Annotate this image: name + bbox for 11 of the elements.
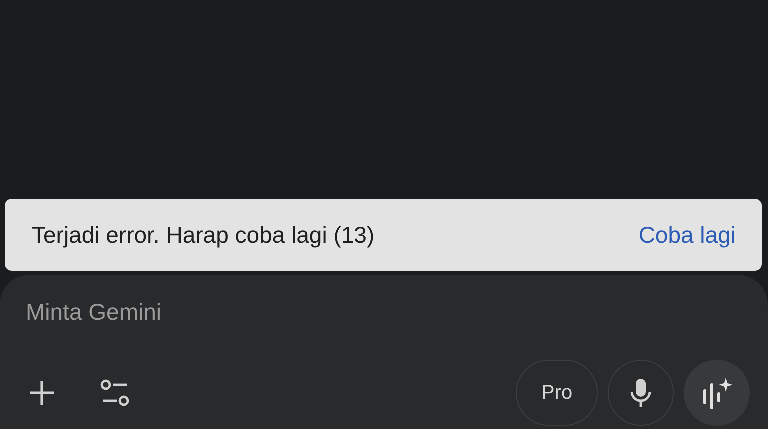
waveform-sparkle-icon <box>702 376 732 408</box>
tools-button[interactable] <box>100 378 130 406</box>
error-message: Terjadi error. Harap coba lagi (13) <box>32 220 375 250</box>
sliders-icon <box>100 378 130 406</box>
prompt-field[interactable]: Minta Gemini <box>26 295 750 330</box>
retry-link[interactable]: Coba lagi <box>638 218 736 252</box>
microphone-icon <box>630 378 652 408</box>
model-button[interactable]: Pro <box>516 360 598 426</box>
add-button[interactable] <box>28 378 56 406</box>
microphone-button[interactable] <box>608 360 674 426</box>
plus-icon <box>28 378 56 406</box>
